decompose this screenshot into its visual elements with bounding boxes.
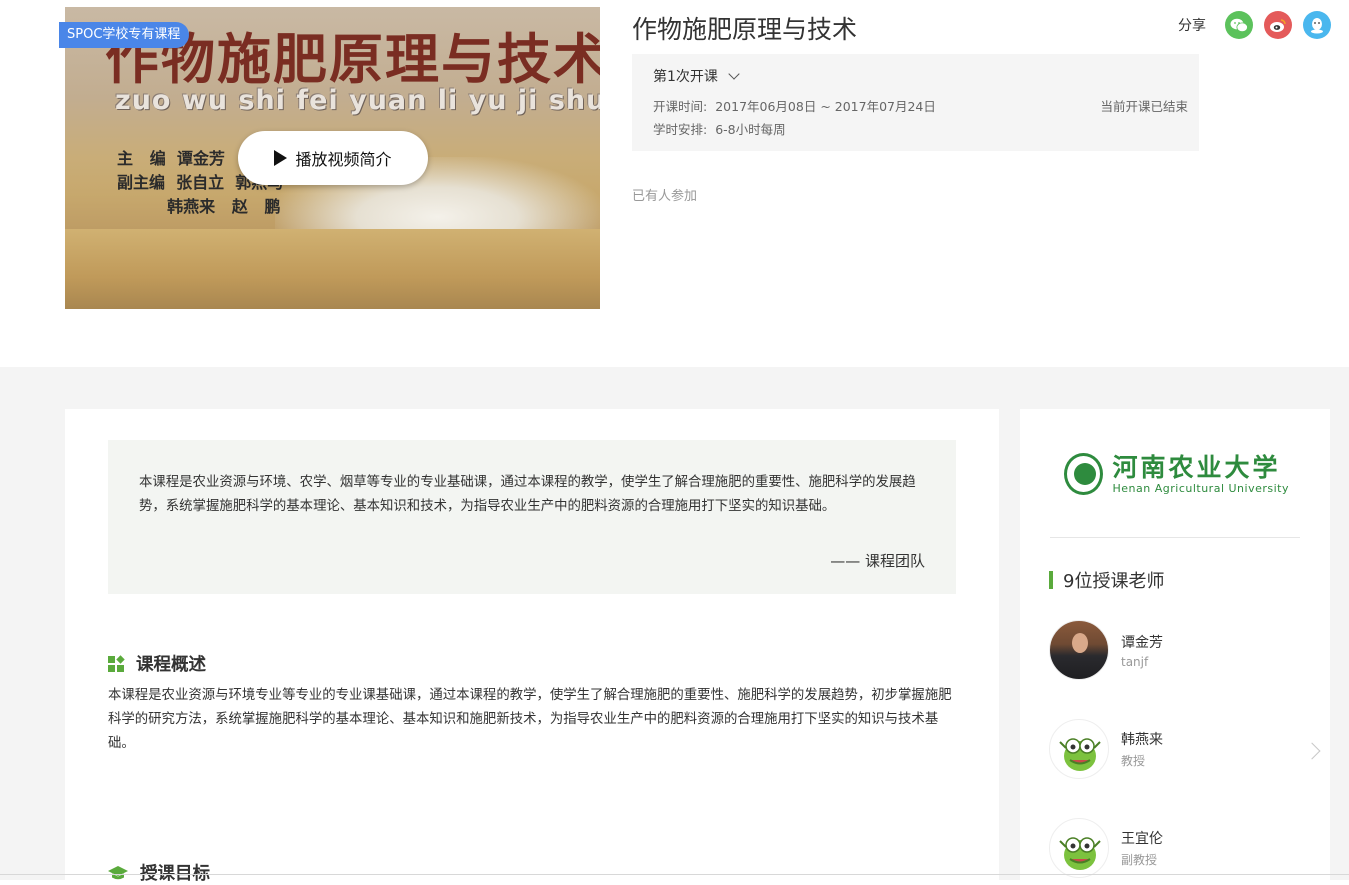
course-quote-text: 本课程是农业资源与环境、农学、烟草等专业的专业基础课，通过本课程的教学，使学生了…	[139, 475, 916, 514]
overview-heading: 课程概述	[108, 651, 206, 676]
joined-count: 已有人参加	[632, 189, 698, 204]
sidebar-card: 河南农业大学 Henan Agricultural University 9位授…	[1020, 409, 1330, 880]
cover-field	[65, 229, 600, 309]
school-name-cn: 河南农业大学	[1112, 452, 1281, 482]
spoc-badge: SPOC学校专有课程	[59, 22, 190, 48]
share-label: 分享	[1178, 18, 1206, 34]
teacher-name: 王宜伦	[1121, 831, 1163, 847]
qq-icon[interactable]	[1303, 11, 1331, 39]
weibo-icon[interactable]	[1264, 11, 1292, 39]
course-title: 作物施肥原理与技术	[632, 15, 858, 44]
overview-text: 本课程是农业资源与环境专业等专业的专业课基础课，通过本课程的教学，使学生了解合理…	[108, 688, 952, 751]
teacher-role: 教授	[1121, 754, 1146, 768]
teachers-heading: 9位授课老师	[1049, 567, 1164, 593]
chevron-down-icon	[728, 68, 740, 80]
play-icon	[274, 150, 288, 166]
course-detail-area: 本课程是农业资源与环境、农学、烟草等专业的专业基础课，通过本课程的教学，使学生了…	[0, 367, 1349, 884]
teacher-item[interactable]: 谭金芳 tanjf	[1049, 620, 1163, 680]
teacher-name: 谭金芳	[1121, 634, 1163, 651]
term-time-key: 开课时间:	[653, 99, 708, 114]
term-schedule-row: 学时安排: 6-8小时每周	[653, 119, 786, 138]
course-quote-box: 本课程是农业资源与环境、农学、烟草等专业的专业基础课，通过本课程的教学，使学生了…	[108, 440, 956, 594]
teachers-title: 9位授课老师	[1063, 571, 1165, 592]
cover-pinyin: zuo wu shi fei yuan li yu ji shu	[115, 85, 600, 116]
term-time-value: 2017年06月08日 ~ 2017年07月24日	[715, 99, 936, 114]
wechat-icon[interactable]	[1225, 11, 1253, 39]
avatar	[1049, 818, 1109, 878]
play-intro-video-button[interactable]: 播放视频简介	[238, 131, 428, 185]
goals-title: 授课目标	[140, 864, 210, 884]
term-schedule-value: 6-8小时每周	[715, 122, 786, 137]
term-info-panel: 第1次开课 开课时间: 2017年06月08日 ~ 2017年07月24日 学时安…	[632, 54, 1199, 151]
school-name-en: Henan Agricultural University	[1112, 481, 1289, 495]
sidebar-divider	[1050, 537, 1300, 538]
share-bar: 分享	[1178, 11, 1331, 39]
teacher-name: 韩燕来	[1121, 732, 1163, 748]
course-header: 作物施肥原理与技术 zuo wu shi fei yuan li yu ji s…	[0, 0, 1349, 367]
term-schedule-key: 学时安排:	[653, 122, 708, 137]
graduation-cap-icon	[108, 865, 128, 881]
term-selector[interactable]: 第1次开课	[653, 66, 740, 86]
school-logo[interactable]: 河南农业大学 Henan Agricultural University	[1064, 449, 1289, 499]
teacher-item[interactable]: 韩燕来 教授	[1049, 719, 1163, 779]
bottom-divider	[0, 874, 1349, 875]
overview-title: 课程概述	[136, 655, 206, 675]
play-button-label: 播放视频简介	[295, 150, 392, 169]
chevron-right-icon[interactable]	[1303, 742, 1321, 760]
term-time-row: 开课时间: 2017年06月08日 ~ 2017年07月24日	[653, 96, 936, 115]
term-label: 第1次开课	[653, 69, 718, 85]
school-seal-icon	[1064, 453, 1103, 495]
teacher-role: 副教授	[1121, 853, 1158, 867]
course-quote-signature: —— 课程团队	[830, 552, 925, 570]
teacher-role: tanjf	[1121, 654, 1149, 669]
teacher-item[interactable]: 王宜伦 副教授	[1049, 818, 1163, 878]
avatar	[1049, 620, 1109, 680]
term-status: 当前开课已结束	[1100, 99, 1188, 114]
avatar	[1049, 719, 1109, 779]
heading-accent-bar	[1049, 571, 1053, 589]
course-content-card: 本课程是农业资源与环境、农学、烟草等专业的专业基础课，通过本课程的教学，使学生了…	[65, 409, 999, 884]
goals-heading: 授课目标	[108, 860, 210, 885]
grid-icon	[108, 654, 125, 672]
